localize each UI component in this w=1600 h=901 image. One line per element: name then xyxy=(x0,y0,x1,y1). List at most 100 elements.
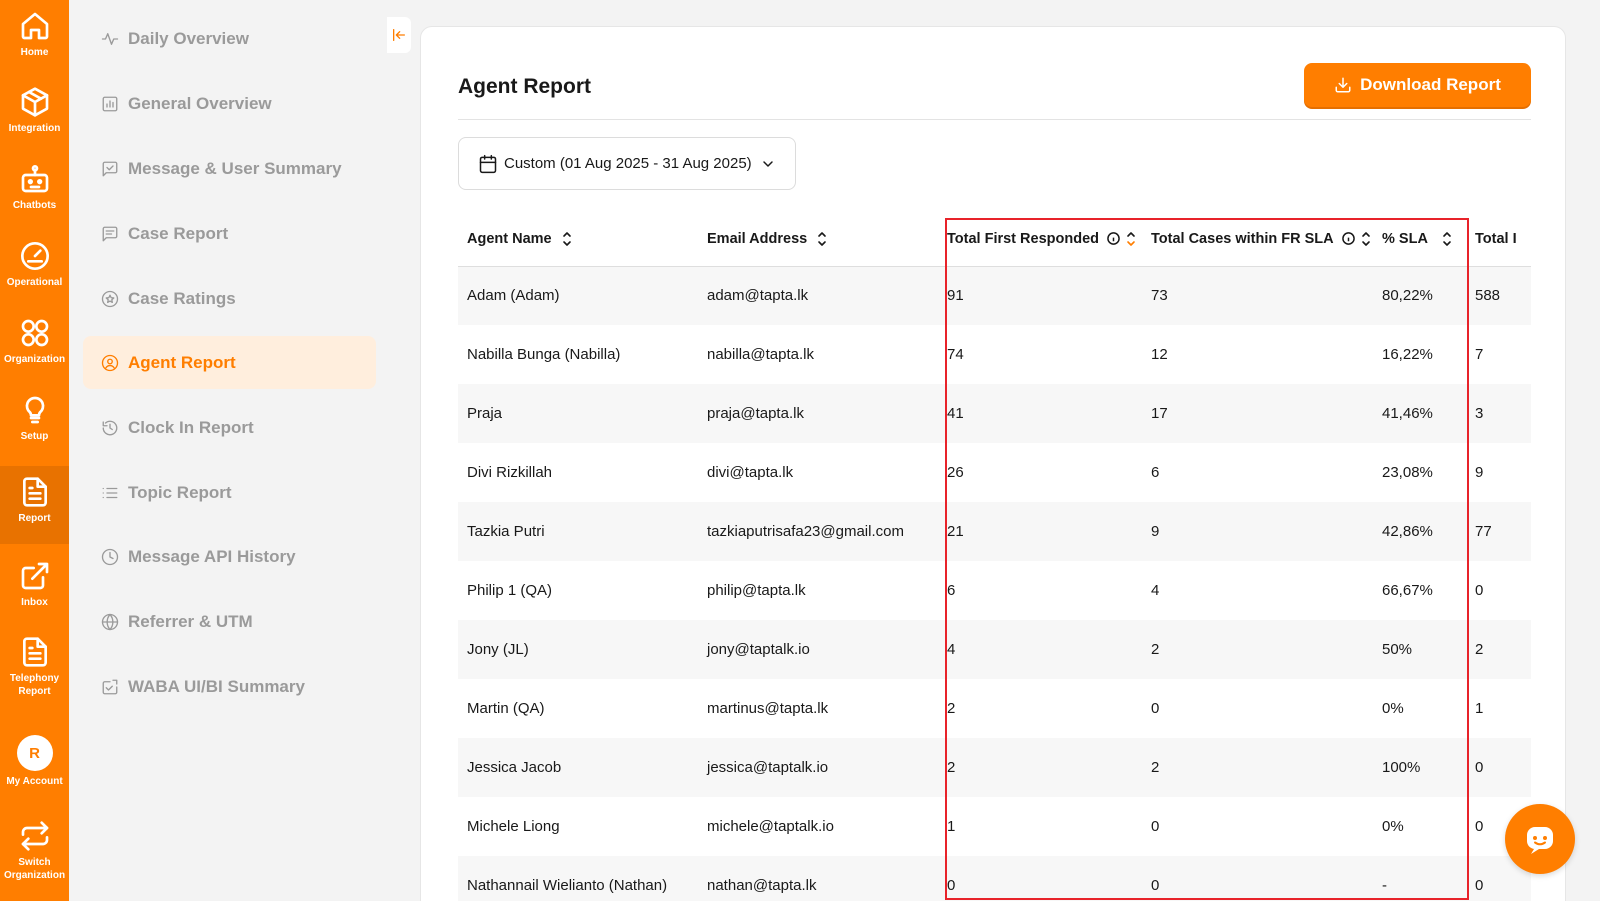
sort-icon[interactable] xyxy=(1442,230,1452,248)
home-icon xyxy=(21,12,48,40)
lightbulb-icon xyxy=(25,396,44,424)
subnav-message-user-summary[interactable]: Message & User Summary xyxy=(83,142,376,195)
email-cell: adam@tapta.lk xyxy=(698,266,938,325)
email-cell: jessica@taptalk.io xyxy=(698,738,938,797)
table-row[interactable]: Divi Rizkillah divi@tapta.lk 26 6 23,08% 9 xyxy=(458,443,1531,502)
info-icon[interactable] xyxy=(1107,232,1120,246)
rail-switch-label: Switch Organization xyxy=(3,857,66,881)
agent-name-cell: Philip 1 (QA) xyxy=(467,582,553,599)
chat-support-button[interactable] xyxy=(1505,804,1575,874)
sort-icon[interactable] xyxy=(1126,230,1136,248)
column-header-total-cases-fr-sla[interactable]: Total Cases within FR SLA xyxy=(1142,212,1373,267)
table-row[interactable]: Jony (JL) jony@taptalk.io 4 2 50% 2 xyxy=(458,620,1531,679)
table-row[interactable]: Jessica Jacob jessica@taptalk.io 2 2 100% 0 xyxy=(458,738,1531,797)
subnav-label: Message & User Summary xyxy=(128,158,342,178)
total-truncated-cell: 7 xyxy=(1475,346,1484,363)
rail-integration-label: Integration xyxy=(8,123,61,134)
subnav-general-overview[interactable]: General Overview xyxy=(83,77,376,130)
sort-icon[interactable] xyxy=(1361,230,1371,248)
rail-report-label: Report xyxy=(18,513,51,524)
rail-home-label: Home xyxy=(20,47,49,58)
rail-home[interactable]: Home xyxy=(0,10,69,72)
total-cases-fr-sla-cell: 73 xyxy=(1142,266,1373,325)
subnav-agent-report[interactable]: Agent Report xyxy=(83,336,376,389)
subnav-message-api-history[interactable]: Message API History xyxy=(83,530,376,583)
total-cases-fr-sla-cell: 4 xyxy=(1151,582,1160,599)
main-rail: Home Integration Chatbots Operational Or… xyxy=(0,0,69,901)
agent-name-cell: Martin (QA) xyxy=(467,700,545,717)
table-row[interactable]: Philip 1 (QA) philip@tapta.lk 6 4 66,67% 0 xyxy=(458,561,1531,620)
table-row[interactable]: Nabilla Bunga (Nabilla) nabilla@tapta.lk 7… xyxy=(458,325,1531,384)
rail-switch-organization[interactable]: Switch Organization xyxy=(0,820,69,900)
info-icon[interactable] xyxy=(1341,232,1355,246)
rail-operational[interactable]: Operational xyxy=(0,240,69,302)
rail-telephony-report[interactable]: Telephony Report xyxy=(0,636,69,708)
sla-percent-cell: 66,67% xyxy=(1382,582,1433,599)
list-icon xyxy=(102,487,118,498)
cube-icon xyxy=(21,87,48,117)
subnav-waba-summary[interactable]: WABA UI/BI Summary xyxy=(83,660,376,713)
sla-percent-cell: 42,86% xyxy=(1373,502,1466,561)
subnav-topic-report[interactable]: Topic Report xyxy=(83,466,376,519)
table-row[interactable]: Praja praja@tapta.lk 41 17 41,46% 3 xyxy=(458,384,1531,443)
rail-setup[interactable]: Setup xyxy=(0,394,69,456)
table-row[interactable]: Nathannail Wielianto (Nathan) nathan@tapt… xyxy=(458,856,1531,901)
rail-inbox[interactable]: Inbox xyxy=(0,560,69,622)
column-label: Total First Responded xyxy=(947,230,1099,247)
calendar-icon xyxy=(479,154,497,173)
document-icon xyxy=(22,637,47,667)
rail-report[interactable]: Report xyxy=(0,466,69,544)
total-truncated-cell: 9 xyxy=(1475,464,1484,481)
subnav-clock-in-report[interactable]: Clock In Report xyxy=(83,401,376,454)
column-header-email[interactable]: Email Address xyxy=(698,212,938,267)
agent-table-container[interactable]: Agent Name Email Address Total First Res… xyxy=(458,212,1531,901)
page-title: Agent Report xyxy=(458,75,591,98)
date-range-dropdown[interactable]: Custom (01 Aug 2025 - 31 Aug 2025) xyxy=(458,137,796,190)
table-body: Adam (Adam) adam@tapta.lk 91 73 80,22% 588 Nab… xyxy=(458,266,1531,901)
subnav-label: Case Report xyxy=(128,223,229,243)
subnav-case-ratings[interactable]: Case Ratings xyxy=(83,272,376,325)
message-lines-icon xyxy=(102,226,118,241)
agent-name-cell: Michele Liong xyxy=(467,818,560,835)
total-truncated-cell: 0 xyxy=(1475,582,1484,599)
subnav-label: General Overview xyxy=(128,93,272,113)
rail-setup-label: Setup xyxy=(20,431,49,442)
sla-percent-cell: 23,08% xyxy=(1382,464,1433,481)
total-first-responded-cell: 2 xyxy=(938,738,1142,797)
table-row[interactable]: Martin (QA) martinus@tapta.lk 2 0 0% 1 xyxy=(458,679,1531,738)
column-header-total-truncated[interactable]: Total I xyxy=(1466,212,1531,267)
grid-circles-icon xyxy=(21,319,48,347)
rail-chatbots[interactable]: Chatbots xyxy=(0,163,69,225)
sla-percent-cell: 41,46% xyxy=(1373,384,1466,443)
activity-icon xyxy=(101,32,119,45)
rail-organization-label: Organization xyxy=(3,354,66,365)
collapse-sidebar-button[interactable] xyxy=(387,17,411,53)
column-header-sla-percent[interactable]: % SLA xyxy=(1373,212,1466,267)
rail-integration[interactable]: Integration xyxy=(0,86,69,148)
email-cell: tazkiaputrisafa23@gmail.com xyxy=(698,502,938,561)
table-row[interactable]: Michele Liong michele@taptalk.io 1 0 0% 0 xyxy=(458,797,1531,856)
download-report-button[interactable]: Download Report xyxy=(1304,63,1531,107)
rail-my-account[interactable]: R My Account xyxy=(0,735,69,797)
switch-icon xyxy=(21,821,48,851)
total-first-responded-cell: 26 xyxy=(947,464,964,481)
total-cases-fr-sla-cell: 0 xyxy=(1142,856,1373,901)
email-cell: martinus@tapta.lk xyxy=(707,700,829,717)
subnav-daily-overview[interactable]: Daily Overview xyxy=(83,12,376,65)
total-first-responded-cell: 21 xyxy=(938,502,1142,561)
sort-icon[interactable] xyxy=(562,230,572,248)
email-cell: praja@tapta.lk xyxy=(698,384,938,443)
column-header-total-first-responded[interactable]: Total First Responded xyxy=(938,212,1142,267)
total-truncated-cell: 3 xyxy=(1466,384,1531,443)
chat-bubble-icon xyxy=(1527,827,1553,854)
user-circle-icon xyxy=(101,354,119,371)
sort-icon[interactable] xyxy=(817,230,827,248)
rail-organization[interactable]: Organization xyxy=(0,317,69,379)
subnav-case-report[interactable]: Case Report xyxy=(83,207,376,260)
report-card: Agent Report Download Report Custom (01 … xyxy=(420,26,1566,901)
subnav-referrer-utm[interactable]: Referrer & UTM xyxy=(83,595,376,648)
column-header-agent-name[interactable]: Agent Name xyxy=(458,212,698,267)
sla-percent-cell: 50% xyxy=(1373,620,1466,679)
table-row[interactable]: Adam (Adam) adam@tapta.lk 91 73 80,22% 588 xyxy=(458,266,1531,325)
table-row[interactable]: Tazkia Putri tazkiaputrisafa23@gmail.com 2… xyxy=(458,502,1531,561)
